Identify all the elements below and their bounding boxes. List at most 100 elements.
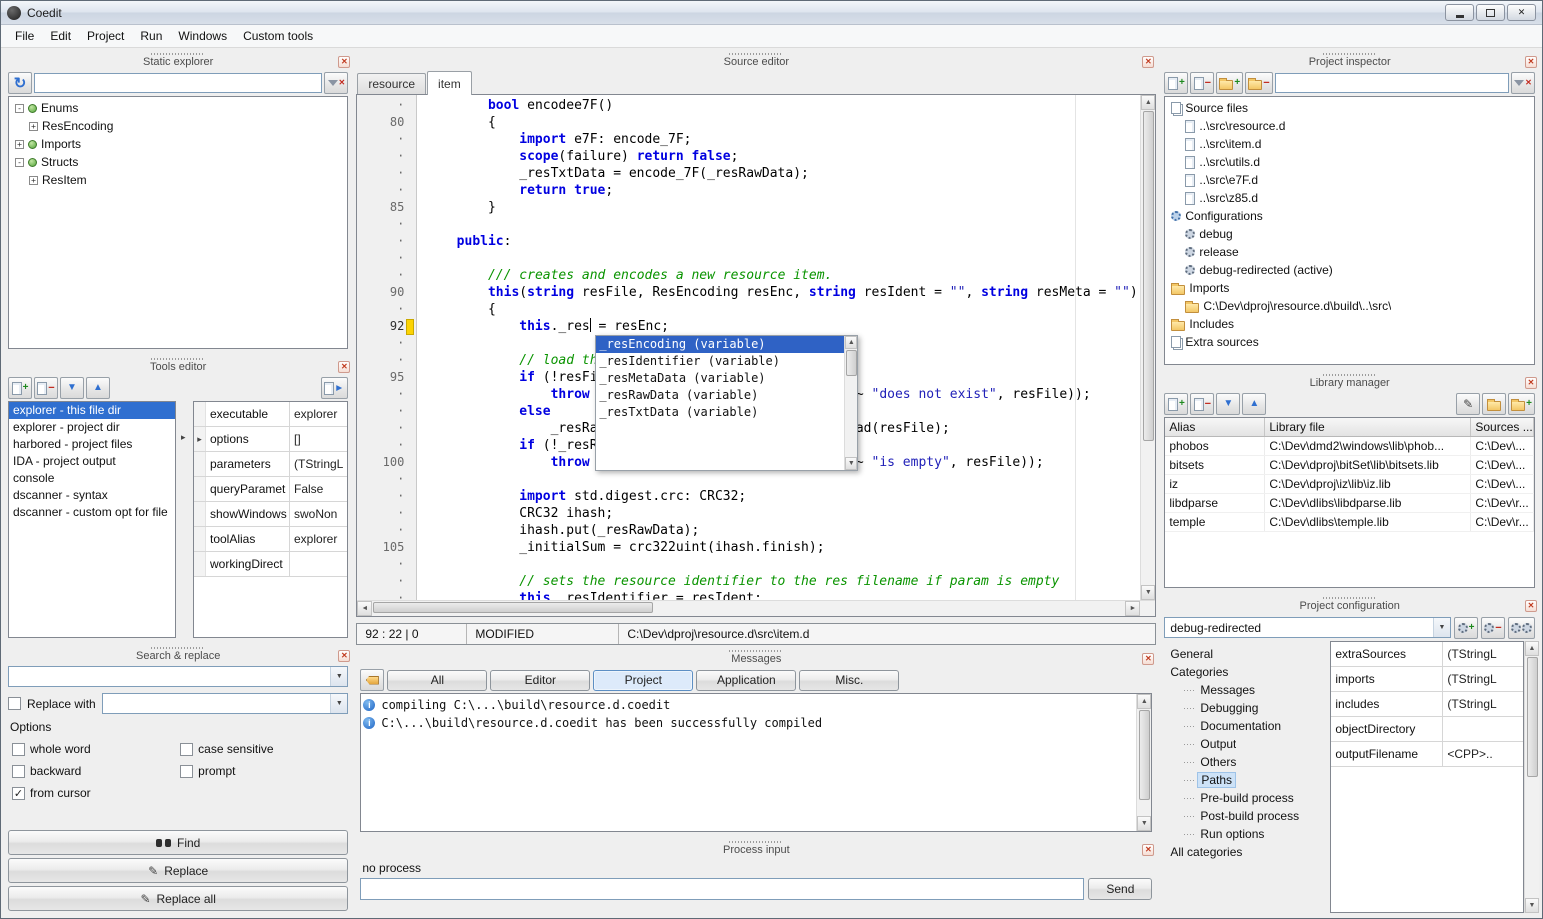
prop-value[interactable]: [] (290, 427, 347, 451)
execute-tool-button[interactable]: ▼ (321, 377, 348, 399)
close-panel-icon[interactable]: ✕ (338, 56, 350, 68)
category-item-post-build-process[interactable]: Post-build process (1166, 807, 1330, 825)
config-prop-row[interactable]: imports(TStringL (1331, 667, 1523, 692)
symbol-search-input[interactable] (34, 73, 322, 93)
replace-with-checkbox[interactable] (8, 697, 21, 710)
symbol-item-enums[interactable]: -Enums (11, 99, 345, 117)
replace-all-button[interactable]: ✎Replace all (8, 886, 348, 911)
prop-value[interactable]: (TStringL (290, 452, 347, 476)
tool-item-ida-project-output[interactable]: IDA - project output (9, 453, 175, 470)
option-prompt[interactable]: prompt (180, 764, 344, 778)
completion-item-resmetadata-variable[interactable]: _resMetaData (variable) (596, 370, 844, 387)
scroll-left-arrow[interactable]: ◄ (357, 601, 372, 616)
scrollbar-thumb[interactable] (846, 350, 857, 376)
scroll-down-arrow[interactable]: ▼ (1141, 585, 1155, 600)
category-item-debugging[interactable]: Debugging (1166, 699, 1330, 717)
menu-edit[interactable]: Edit (42, 26, 79, 46)
scroll-up-arrow[interactable]: ▲ (1525, 641, 1539, 656)
move-tool-up-button[interactable]: ▲ (86, 377, 110, 399)
scrollbar-thumb[interactable] (1139, 710, 1150, 800)
tool-item-dscanner-custom-opt-for-file[interactable]: dscanner - custom opt for file (9, 504, 175, 521)
library-row-temple[interactable]: templeC:\Dev\dlibs\temple.libC:\Dev\r... (1165, 513, 1534, 532)
filter-project-button[interactable]: Project (593, 670, 693, 691)
clear-messages-button[interactable] (360, 669, 384, 691)
option-from-cursor[interactable]: ✓from cursor (12, 786, 176, 800)
replace-term-combo[interactable]: ▼ (102, 693, 349, 714)
close-panel-icon[interactable]: ✕ (1525, 56, 1537, 68)
menu-run[interactable]: Run (132, 26, 170, 46)
filter-application-button[interactable]: Application (696, 670, 796, 691)
project-item-debug[interactable]: debug (1167, 225, 1532, 243)
library-row-bitsets[interactable]: bitsetsC:\Dev\dproj\bitSet\lib\bitsets.l… (1165, 456, 1534, 475)
library-row-libdparse[interactable]: libdparseC:\Dev\dlibs\libdparse.libC:\De… (1165, 494, 1534, 513)
completion-item-residentifier-variable[interactable]: _resIdentifier (variable) (596, 353, 844, 370)
remove-folder-button[interactable]: − (1245, 72, 1272, 94)
config-prop-row[interactable]: extraSources(TStringL (1331, 642, 1523, 667)
messages-scrollbar[interactable]: ▲ ▼ (1136, 694, 1151, 831)
scroll-up-arrow[interactable]: ▲ (1141, 95, 1155, 110)
scroll-up-arrow[interactable]: ▲ (845, 336, 857, 349)
scroll-down-arrow[interactable]: ▼ (1525, 898, 1539, 913)
remove-library-button[interactable]: − (1190, 393, 1214, 415)
category-item-general[interactable]: General (1166, 645, 1330, 663)
prop-value[interactable]: swoNon (290, 502, 347, 526)
prop-value[interactable]: (TStringL (1443, 642, 1523, 666)
prop-value[interactable]: explorer (290, 527, 347, 551)
project-item-src-resource-d[interactable]: ..\src\resource.d (1167, 117, 1532, 135)
tool-prop-row[interactable]: queryParametFalse (194, 477, 347, 502)
tool-item-explorer-project-dir[interactable]: explorer - project dir (9, 419, 175, 436)
prop-value[interactable]: <CPP>.. (1443, 742, 1523, 766)
column-header-alias[interactable]: Alias (1165, 418, 1265, 436)
close-panel-icon[interactable]: ✕ (338, 650, 350, 662)
open-library-sources-button[interactable]: + (1508, 393, 1535, 415)
prop-value[interactable]: False (290, 477, 347, 501)
message-row[interactable]: icompiling C:\...\build\resource.d.coedi… (363, 696, 1134, 714)
library-row-phobos[interactable]: phobosC:\Dev\dmd2\windows\lib\phob...C:\… (1165, 437, 1534, 456)
expand-icon[interactable]: + (29, 176, 38, 185)
menu-custom-tools[interactable]: Custom tools (235, 26, 321, 46)
configuration-scrollbar[interactable]: ▲ ▼ (1524, 641, 1539, 913)
unchecked-checkbox[interactable] (12, 743, 25, 756)
completion-scrollbar[interactable]: ▲ ▼ (844, 336, 857, 470)
scroll-down-arrow[interactable]: ▼ (845, 457, 857, 470)
open-library-file-button[interactable] (1482, 393, 1506, 415)
move-library-up-button[interactable]: ▲ (1242, 393, 1266, 415)
remove-tool-button[interactable]: − (34, 377, 58, 399)
option-case-sensitive[interactable]: case sensitive (180, 742, 344, 756)
filter-button[interactable]: ✕ (1511, 72, 1535, 94)
editor-viewport[interactable]: ·80····85····90·92··95····100····105··· … (357, 95, 1155, 600)
tool-prop-row[interactable]: toolAliasexplorer (194, 527, 347, 552)
project-item-src-z85-d[interactable]: ..\src\z85.d (1167, 189, 1532, 207)
filter-button[interactable]: ✕ (324, 72, 348, 94)
option-backward[interactable]: backward (12, 764, 176, 778)
tool-item-explorer-this-file-dir[interactable]: explorer - this file dir (9, 402, 175, 419)
chevron-down-icon[interactable]: ▼ (1433, 618, 1450, 637)
maximize-button[interactable] (1476, 4, 1505, 21)
tool-item-dscanner-syntax[interactable]: dscanner - syntax (9, 487, 175, 504)
project-item-imports[interactable]: Imports (1167, 279, 1532, 297)
inspector-search-input[interactable] (1275, 73, 1509, 93)
tool-prop-row[interactable]: ▸options[] (194, 427, 347, 452)
add-folder-button[interactable]: + (1216, 72, 1243, 94)
filter-editor-button[interactable]: Editor (490, 670, 590, 691)
symbol-item-resitem[interactable]: +ResItem (11, 171, 345, 189)
column-header-sources[interactable]: Sources ... (1471, 418, 1534, 436)
close-panel-icon[interactable]: ✕ (1142, 844, 1154, 856)
library-row-iz[interactable]: izC:\Dev\dproj\iz\lib\iz.libC:\Dev\... (1165, 475, 1534, 494)
edit-library-button[interactable]: ✎ (1456, 393, 1480, 415)
project-item-extra-sources[interactable]: Extra sources (1167, 333, 1532, 351)
config-prop-row[interactable]: outputFilename<CPP>.. (1331, 742, 1523, 767)
tab-item[interactable]: item (427, 71, 472, 95)
scrollbar-thumb[interactable] (1143, 111, 1154, 441)
completion-item-restxtdata-variable[interactable]: _resTxtData (variable) (596, 404, 844, 421)
minimize-button[interactable] (1445, 4, 1474, 21)
category-item-messages[interactable]: Messages (1166, 681, 1330, 699)
category-item-pre-build-process[interactable]: Pre-build process (1166, 789, 1330, 807)
symbol-item-imports[interactable]: +Imports (11, 135, 345, 153)
remove-source-button[interactable]: − (1190, 72, 1214, 94)
project-item-c-dev-dproj-resource-d-build-src[interactable]: C:\Dev\dproj\resource.d\build\..\src\ (1167, 297, 1532, 315)
tool-prop-row[interactable]: workingDirect (194, 552, 347, 577)
category-item-run-options[interactable]: Run options (1166, 825, 1330, 843)
filter-all-button[interactable]: All (387, 670, 487, 691)
tool-prop-row[interactable]: executableexplorer (194, 402, 347, 427)
